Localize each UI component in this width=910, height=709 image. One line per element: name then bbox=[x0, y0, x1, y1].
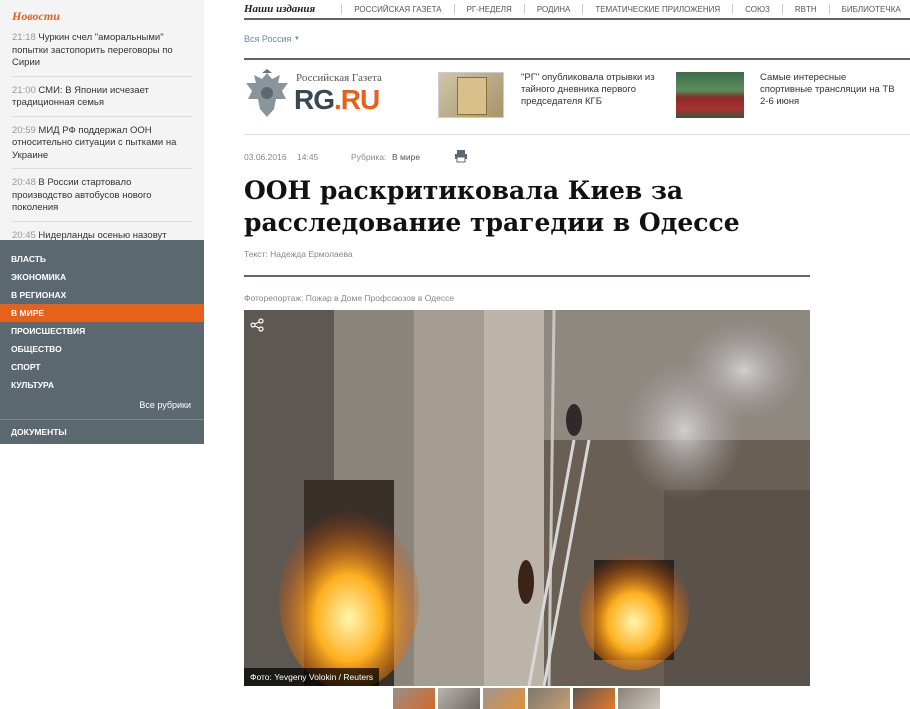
news-item[interactable]: 21:00 СМИ: В Японии исчезает традиционна… bbox=[12, 82, 192, 117]
menu-item-sport[interactable]: Спорт bbox=[0, 358, 204, 376]
nav-item[interactable]: Библиотечка bbox=[842, 5, 901, 14]
photo-thumbnail[interactable] bbox=[573, 688, 615, 709]
news-item[interactable]: 20:59 МИД РФ поддержал ООН относительно … bbox=[12, 122, 192, 169]
photo-thumbnail[interactable] bbox=[528, 688, 570, 709]
photo-thumbnail[interactable] bbox=[393, 688, 435, 709]
menu-item-economy[interactable]: Экономика bbox=[0, 268, 204, 286]
news-item[interactable]: 21:18 Чуркин счел "аморальными" попытки … bbox=[12, 29, 192, 77]
menu-item-society[interactable]: Общество bbox=[0, 340, 204, 358]
menu-item-documents[interactable]: Документы bbox=[0, 423, 204, 441]
news-box: Новости 21:18 Чуркин счел "аморальными" … bbox=[0, 0, 204, 241]
sidebar: Новости 21:18 Чуркин счел "аморальными" … bbox=[0, 0, 204, 709]
menu-item-regions[interactable]: В регионах bbox=[0, 286, 204, 304]
menu-item-incidents[interactable]: Происшествия bbox=[0, 322, 204, 340]
fire-photo bbox=[244, 310, 810, 686]
share-icon[interactable] bbox=[250, 318, 264, 332]
article-photo[interactable]: Фото: Yevgeny Volokin / Reuters bbox=[244, 310, 810, 686]
photo-thumbnail[interactable] bbox=[483, 688, 525, 709]
all-rubrics-link[interactable]: Все рубрики bbox=[0, 394, 204, 416]
news-item[interactable]: 20:48 В России стартовало производство а… bbox=[12, 174, 192, 222]
rubric-menu: Власть Экономика В регионах В мире Проис… bbox=[0, 240, 204, 444]
photo-thumbnails bbox=[393, 688, 660, 709]
menu-item-culture[interactable]: Культура bbox=[0, 376, 204, 394]
photo-area: Фото: Yevgeny Volokin / Reuters bbox=[244, 0, 810, 709]
menu-item-world[interactable]: В мире bbox=[0, 304, 204, 322]
news-title[interactable]: Новости bbox=[12, 9, 192, 24]
photo-thumbnail[interactable] bbox=[438, 688, 480, 709]
menu-item-vlast[interactable]: Власть bbox=[0, 250, 204, 268]
photo-thumbnail[interactable] bbox=[618, 688, 660, 709]
photo-credit: Фото: Yevgeny Volokin / Reuters bbox=[244, 668, 380, 686]
